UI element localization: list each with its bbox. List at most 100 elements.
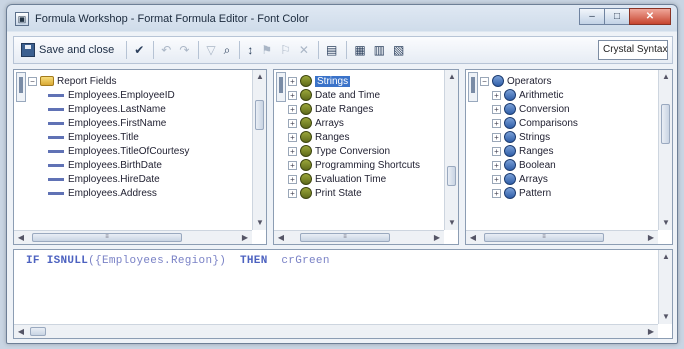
expand-icon[interactable]: +	[288, 188, 297, 198]
scroll-up-icon[interactable]: ▲	[445, 70, 458, 84]
operator-category[interactable]: + Ranges	[480, 144, 658, 158]
operator-category[interactable]: + Boolean	[480, 158, 658, 172]
tree-root[interactable]: − Operators	[480, 74, 658, 88]
horizontal-scrollbar[interactable]: ◀ ≡ ▶	[14, 230, 252, 244]
horizontal-scrollbar[interactable]: ◀ ≡ ▶	[466, 230, 658, 244]
expand-icon[interactable]: +	[288, 76, 297, 86]
syntax-select[interactable]: Crystal Syntax	[598, 40, 668, 60]
function-category[interactable]: + Programming Shortcuts	[288, 158, 444, 172]
vertical-scrollbar[interactable]: ▲ ▼	[444, 70, 458, 230]
operator-category[interactable]: + Conversion	[480, 102, 658, 116]
expand-icon[interactable]: +	[288, 146, 297, 156]
scrollbar-thumb[interactable]	[447, 166, 456, 186]
sort-icon[interactable]: ↕	[244, 39, 256, 61]
collapse-icon[interactable]: −	[28, 76, 37, 86]
expand-icon[interactable]: +	[492, 104, 501, 114]
scroll-right-icon[interactable]: ▶	[430, 231, 444, 244]
expand-icon[interactable]: +	[288, 160, 297, 170]
toggle-functions-tree-icon[interactable]: ▥	[371, 39, 388, 61]
function-category[interactable]: + Date and Time	[288, 88, 444, 102]
expand-icon[interactable]: +	[288, 174, 297, 184]
field-item[interactable]: Employees.LastName	[28, 102, 252, 116]
expand-icon[interactable]: +	[288, 118, 297, 128]
function-category[interactable]: + Print State	[288, 186, 444, 200]
scroll-down-icon[interactable]: ▼	[253, 216, 266, 230]
save-and-close-button[interactable]: Save and close	[18, 39, 120, 61]
scroll-down-icon[interactable]: ▼	[445, 216, 458, 230]
operator-category[interactable]: + Comparisons	[480, 116, 658, 130]
formula-text[interactable]: IF ISNULL({Employees.Region}) THEN crGre…	[26, 255, 330, 267]
function-category[interactable]: + Ranges	[288, 130, 444, 144]
expand-icon[interactable]: +	[492, 118, 501, 128]
scroll-down-icon[interactable]: ▼	[659, 310, 672, 324]
operator-category[interactable]: + Pattern	[480, 186, 658, 200]
scroll-down-icon[interactable]: ▼	[659, 216, 672, 230]
maximize-button[interactable]: □	[604, 8, 630, 25]
scrollbar-thumb[interactable]	[255, 100, 264, 130]
expand-icon[interactable]: +	[492, 132, 501, 142]
pane-splitter-handle[interactable]	[16, 72, 26, 102]
minimize-button[interactable]: –	[579, 8, 605, 25]
expand-icon[interactable]: +	[288, 90, 297, 100]
function-category[interactable]: + Date Ranges	[288, 102, 444, 116]
find-binoculars-icon[interactable]: ⌕	[221, 39, 234, 61]
pane-splitter-handle[interactable]	[276, 72, 286, 102]
expand-icon[interactable]: +	[492, 174, 501, 184]
operator-category[interactable]: + Arithmetic	[480, 88, 658, 102]
operator-category[interactable]: + Strings	[480, 130, 658, 144]
field-item[interactable]: Employees.TitleOfCourtesy	[28, 144, 252, 158]
function-category[interactable]: + Type Conversion	[288, 144, 444, 158]
function-category[interactable]: + Strings	[288, 74, 444, 88]
horizontal-scrollbar[interactable]: ◀ ▶	[14, 324, 658, 338]
vertical-scrollbar[interactable]: ▲ ▼	[252, 70, 266, 230]
scroll-up-icon[interactable]: ▲	[659, 250, 672, 264]
expand-icon[interactable]: +	[288, 104, 297, 114]
redo-icon[interactable]: ↷	[176, 39, 192, 61]
clear-bookmarks-icon[interactable]: ✕	[296, 39, 312, 61]
scroll-left-icon[interactable]: ◀	[14, 231, 28, 244]
scrollbar-thumb[interactable]: ≡	[300, 233, 390, 242]
next-bookmark-icon[interactable]: ⚐	[277, 39, 294, 61]
formula-editor[interactable]: IF ISNULL({Employees.Region}) THEN crGre…	[13, 249, 673, 339]
function-category[interactable]: + Arrays	[288, 116, 444, 130]
scroll-left-icon[interactable]: ◀	[14, 325, 28, 338]
field-item[interactable]: Employees.FirstName	[28, 116, 252, 130]
scroll-up-icon[interactable]: ▲	[659, 70, 672, 84]
operator-category[interactable]: + Arrays	[480, 172, 658, 186]
expand-icon[interactable]: +	[492, 146, 501, 156]
scroll-left-icon[interactable]: ◀	[466, 231, 480, 244]
expression-editor-icon[interactable]: ▤	[323, 39, 340, 61]
pane-splitter-handle[interactable]	[468, 72, 478, 102]
scroll-right-icon[interactable]: ▶	[238, 231, 252, 244]
undo-icon[interactable]: ↶	[158, 39, 174, 61]
scroll-right-icon[interactable]: ▶	[644, 231, 658, 244]
toggle-fields-tree-icon[interactable]: ▦	[351, 39, 368, 61]
field-item[interactable]: Employees.Address	[28, 186, 252, 200]
expand-icon[interactable]: +	[288, 132, 297, 142]
scrollbar-thumb[interactable]: ≡	[32, 233, 182, 242]
close-button[interactable]: ✕	[629, 8, 671, 25]
field-item[interactable]: Employees.Title	[28, 130, 252, 144]
horizontal-scrollbar[interactable]: ◀ ≡ ▶	[274, 230, 444, 244]
scrollbar-thumb[interactable]	[661, 104, 670, 144]
scroll-right-icon[interactable]: ▶	[644, 325, 658, 338]
function-category[interactable]: + Evaluation Time	[288, 172, 444, 186]
expand-icon[interactable]: +	[492, 188, 501, 198]
scroll-left-icon[interactable]: ◀	[274, 231, 288, 244]
field-item[interactable]: Employees.BirthDate	[28, 158, 252, 172]
tree-root[interactable]: − Report Fields	[28, 74, 252, 88]
vertical-scrollbar[interactable]: ▲ ▼	[658, 70, 672, 230]
scrollbar-thumb[interactable]	[30, 327, 46, 336]
vertical-scrollbar[interactable]: ▲ ▼	[658, 250, 672, 324]
field-item[interactable]: Employees.EmployeeID	[28, 88, 252, 102]
bookmark-icon[interactable]: ⚑	[258, 39, 275, 61]
check-formula-icon[interactable]: ✔	[131, 39, 147, 61]
scroll-up-icon[interactable]: ▲	[253, 70, 266, 84]
scrollbar-thumb[interactable]: ≡	[484, 233, 604, 242]
filter-icon[interactable]: ▽	[203, 39, 218, 61]
expand-icon[interactable]: +	[492, 160, 501, 170]
expand-icon[interactable]: +	[492, 90, 501, 100]
collapse-icon[interactable]: −	[480, 76, 489, 86]
field-item[interactable]: Employees.HireDate	[28, 172, 252, 186]
toggle-operators-tree-icon[interactable]: ▧	[390, 39, 407, 61]
